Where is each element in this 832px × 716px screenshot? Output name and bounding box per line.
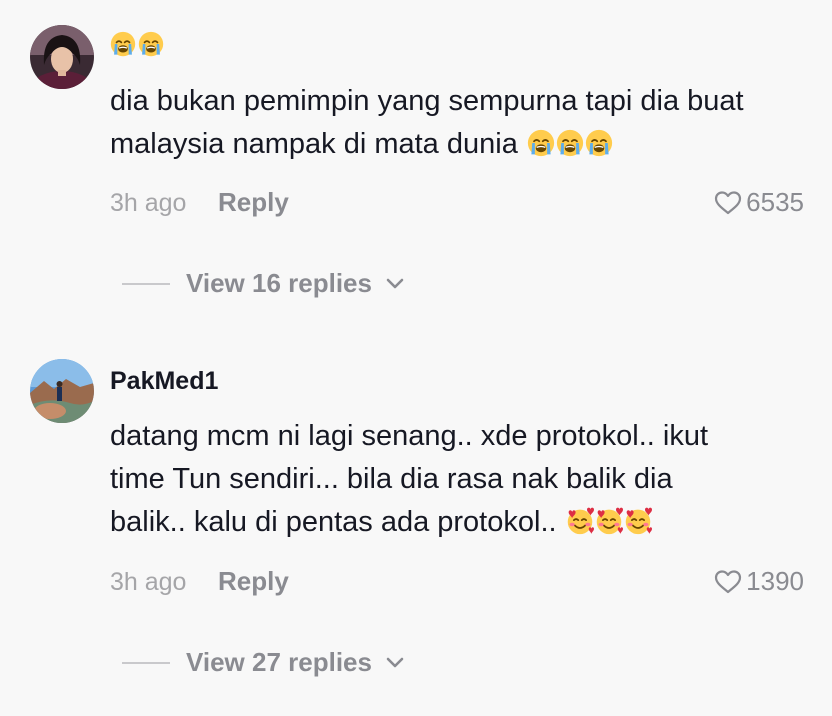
- chevron-down-icon: [386, 278, 404, 290]
- comment-timestamp: 3h ago: [110, 568, 187, 596]
- comment-timestamp: 3h ago: [110, 189, 187, 217]
- like-button[interactable]: 1390: [714, 566, 804, 597]
- view-replies-button[interactable]: View 27 replies: [122, 647, 404, 678]
- smiling-face-with-hearts-icon: [595, 507, 623, 535]
- loudly-crying-face-icon: [556, 129, 584, 157]
- smiling-face-with-hearts-icon: [566, 507, 594, 535]
- reply-button[interactable]: Reply: [218, 566, 289, 597]
- comment-text-line: dia bukan pemimpin yang sempurna tapi di…: [110, 85, 744, 117]
- comment-text-line: balik.. kalu di pentas ada protokol..: [110, 501, 815, 544]
- loudly-crying-face-icon: [110, 31, 136, 57]
- divider-line: [122, 661, 170, 664]
- view-replies-label: View 27 replies: [186, 647, 372, 677]
- username[interactable]: PakMed1: [110, 367, 218, 396]
- heart-outline-icon: [714, 569, 742, 595]
- loudly-crying-face-icon: [585, 129, 613, 157]
- comment-text: dia bukan pemimpin yang sempurna tapi di…: [110, 80, 815, 166]
- comment-text-line: datang mcm ni lagi senang.. xde protokol…: [110, 420, 709, 452]
- view-replies-label: View 16 replies: [186, 268, 372, 298]
- comment-text-line: time Tun sendiri... bila dia rasa nak ba…: [110, 463, 673, 495]
- smiling-face-with-hearts-icon: [624, 507, 652, 535]
- avatar[interactable]: [30, 25, 94, 89]
- chevron-down-icon: [386, 657, 404, 669]
- username-emojis[interactable]: [110, 31, 164, 57]
- divider-line: [122, 282, 170, 285]
- like-count: 1390: [746, 566, 804, 596]
- comment-text: datang mcm ni lagi senang.. xde protokol…: [110, 415, 815, 544]
- reply-button[interactable]: Reply: [218, 187, 289, 218]
- avatar[interactable]: [30, 359, 94, 423]
- view-replies-button[interactable]: View 16 replies: [122, 268, 404, 299]
- heart-outline-icon: [714, 190, 742, 216]
- loudly-crying-face-icon: [138, 31, 164, 57]
- comment-text-line: malaysia nampak di mata dunia: [110, 123, 815, 166]
- like-button[interactable]: 6535: [714, 187, 804, 218]
- like-count: 6535: [746, 187, 804, 217]
- loudly-crying-face-icon: [527, 129, 555, 157]
